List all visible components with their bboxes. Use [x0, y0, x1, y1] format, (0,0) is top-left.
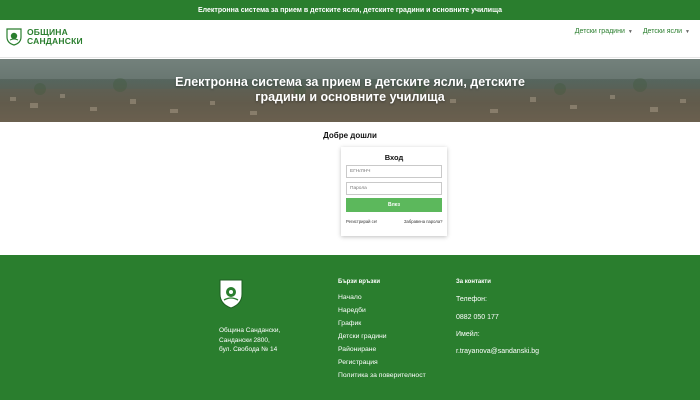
address-line-3: бул. Свобода № 14: [219, 346, 278, 353]
hero-title-line-2: градини и основните училища: [255, 90, 445, 104]
address-line-2: Сандански 2800,: [219, 336, 270, 344]
quick-links-title: Бързи връзки: [338, 279, 381, 285]
chevron-down-icon: ▼: [685, 28, 690, 35]
top-announcement-text: Електронна система за прием в детските я…: [198, 6, 502, 14]
hero-banner: Електронна система за прием в детските я…: [0, 59, 700, 122]
logo-line-2: САНДАНСКИ: [27, 36, 83, 46]
footer-link-schedule[interactable]: График: [338, 317, 426, 330]
address-line-1: Община Сандански,: [219, 327, 281, 334]
email-label: Имейл:: [456, 331, 480, 338]
chevron-down-icon: ▼: [627, 28, 633, 35]
footer-link-home[interactable]: Начало: [338, 291, 426, 304]
site-footer: Община Сандански, Сандански 2800, бул. С…: [0, 255, 700, 400]
logo-text: ОБЩИНА САНДАНСКИ: [27, 28, 83, 46]
egn-input[interactable]: [346, 165, 442, 178]
municipality-crest-icon: [6, 28, 22, 46]
footer-link-kindergartens[interactable]: Детски градини: [338, 330, 426, 343]
password-input[interactable]: [346, 182, 442, 195]
footer-link-regulations[interactable]: Наредби: [338, 304, 426, 317]
main-nav: Детски градини ▼ Детски ясли ▼: [575, 28, 700, 35]
top-announcement-bar: Електронна система за прием в детските я…: [0, 0, 700, 20]
phone-value[interactable]: 0882 050 177: [456, 314, 499, 321]
nav-item-kindergartens[interactable]: Детски градини ▼: [575, 28, 633, 35]
hero-title: Електронна система за прием в детските я…: [0, 75, 700, 105]
municipality-crest-icon: [219, 279, 243, 309]
login-title: Вход: [384, 153, 404, 162]
site-logo[interactable]: ОБЩИНА САНДАНСКИ: [6, 28, 83, 46]
login-button[interactable]: Влез: [346, 198, 442, 212]
footer-link-zoning[interactable]: Райониране: [338, 343, 426, 356]
welcome-heading: Добре дошли: [323, 131, 377, 140]
phone-label: Телефон:: [456, 296, 487, 303]
register-link[interactable]: Регистрирай се!: [346, 219, 377, 224]
nav-item-nurseries[interactable]: Детски ясли ▼: [643, 28, 690, 35]
nav-item-label: Детски градини: [574, 28, 625, 35]
hero-title-line-1: Електронна система за прием в детските я…: [175, 75, 525, 89]
footer-link-registration[interactable]: Регистрация: [338, 356, 426, 369]
footer-link-privacy[interactable]: Политика за поверителност: [338, 369, 426, 382]
nav-item-label: Детски ясли: [642, 28, 683, 35]
site-header: ОБЩИНА САНДАНСКИ Детски градини ▼ Детски…: [0, 20, 700, 58]
quick-links-list: Начало Наредби График Детски градини Рай…: [338, 291, 426, 382]
forgot-password-link[interactable]: Забравена парола?: [404, 219, 443, 224]
email-value[interactable]: r.trayanova@sandanski.bg: [456, 348, 539, 355]
contacts-title: За контакти: [456, 279, 491, 285]
footer-address: Община Сандански, Сандански 2800, бул. С…: [219, 326, 280, 355]
